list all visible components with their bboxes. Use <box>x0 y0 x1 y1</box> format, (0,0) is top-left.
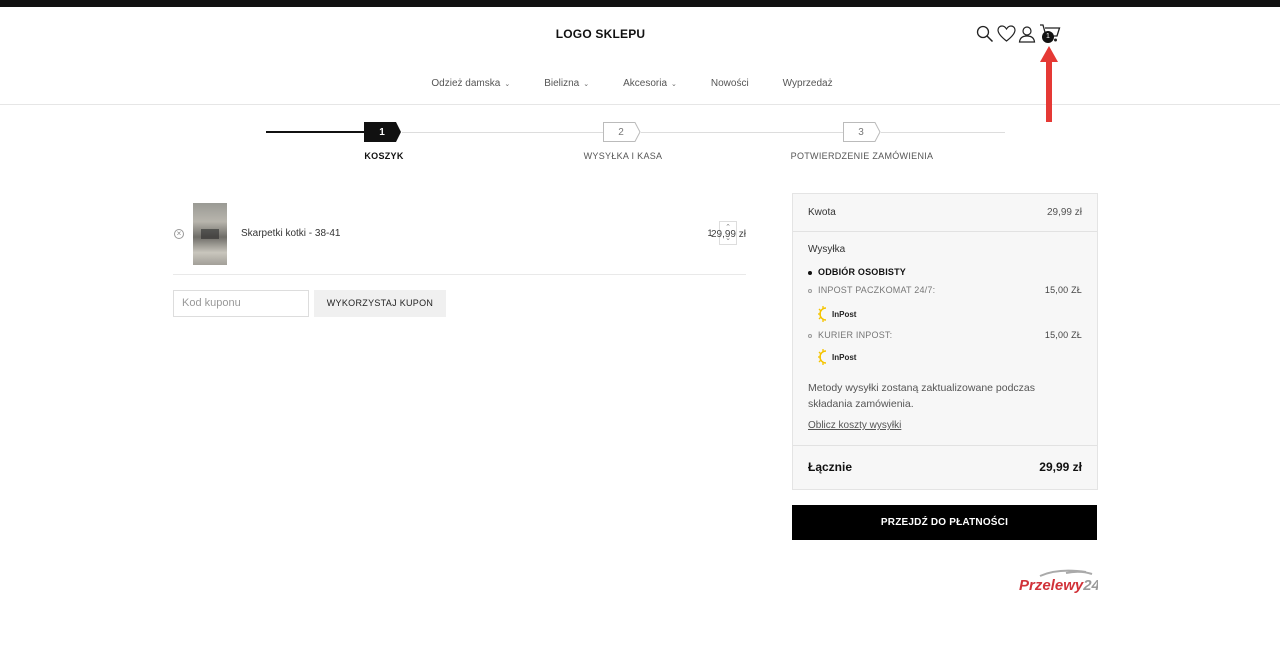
step-number: 1 <box>379 126 385 138</box>
chevron-down-icon: ⌄ <box>671 80 677 88</box>
coupon-input[interactable]: Kod kuponu <box>173 290 309 317</box>
subtotal-row: Kwota 29,99 zł <box>808 207 1082 218</box>
cart-count-badge: 1 <box>1042 31 1054 43</box>
shipping-option-label: INPOST PACZKOMAT 24/7: <box>818 285 936 295</box>
calculate-shipping-link-text: Oblicz koszty wysyłki <box>808 420 902 431</box>
shipping-option-label: ODBIÓR OSOBISTY <box>818 267 907 277</box>
nav-item-wyprzedaz[interactable]: Wyprzedaż <box>783 78 833 89</box>
subtotal-label: Kwota <box>808 207 836 218</box>
step-2-label: WYSYŁKA I KASA <box>583 151 663 161</box>
user-icon[interactable] <box>1017 24 1037 44</box>
inpost-logo: InPost <box>817 347 856 367</box>
inpost-logo: InPost <box>817 304 856 324</box>
divider <box>793 445 1097 446</box>
nav-item-akcesoria[interactable]: Akcesoria ⌄ <box>623 78 677 89</box>
product-thumbnail[interactable] <box>193 203 227 265</box>
cart-item-row: × Skarpetki kotki - 38-41 1 ⌃ ⌄ 29,99 zł <box>173 201 746 275</box>
total-value: 29,99 zł <box>1039 460 1082 474</box>
radio-icon <box>808 288 812 293</box>
step-line <box>402 132 604 133</box>
total-label: Łącznie <box>808 460 853 474</box>
przelewy24-logo-text: Przelewy24 <box>1019 577 1098 594</box>
shipping-option-price: 15,00 ZŁ <box>1044 330 1082 340</box>
nav-item-odziez-damska[interactable]: Odzież damska ⌄ <box>431 78 510 89</box>
radio-selected-icon <box>808 270 812 275</box>
chevron-down-icon: ⌄ <box>504 80 511 88</box>
checkout-steps: 1 2 3 KOSZYK WYSYŁKA I KASA POTWIERDZENI… <box>0 118 1280 168</box>
step-3-label: POTWIERDZENIE ZAMÓWIENIA <box>790 151 934 161</box>
shipping-note: Metody wysyłki zostaną zaktualizowane po… <box>808 382 1036 410</box>
main-nav: Odzież damska ⌄ Bielizna ⌄ Akcesoria ⌄ Nowo… <box>0 78 1264 89</box>
inpost-logo-text: InPost <box>832 309 857 319</box>
nav-item-nowosci[interactable]: Nowości <box>711 78 749 89</box>
remove-item-icon[interactable]: × <box>174 229 184 239</box>
divider <box>793 231 1097 232</box>
checkout-button[interactable]: PRZEJDŹ DO PŁATNOŚCI <box>792 505 1097 540</box>
step-number: 2 <box>618 126 624 138</box>
shipping-option-label: KURIER INPOST: <box>818 330 893 340</box>
step-progress-line <box>266 131 364 133</box>
shipping-option-pickup[interactable]: ODBIÓR OSOBISTY <box>808 267 1082 277</box>
site-header: LOGO SKLEPU 1 Odzież damska ⌄ Bielizna ⌄ A… <box>0 7 1280 105</box>
step-2-box[interactable]: 2 <box>603 122 641 142</box>
shipping-option-kurier[interactable]: KURIER INPOST: 15,00 ZŁ <box>808 330 1082 340</box>
chevron-down-icon: ⌄ <box>583 80 590 88</box>
order-summary: Kwota 29,99 zł Wysyłka ODBIÓR OSOBISTY I… <box>792 193 1098 490</box>
inpost-logo-text: InPost <box>832 352 857 362</box>
przelewy24-logo: Przelewy24 <box>1019 569 1098 594</box>
step-line <box>881 132 1005 133</box>
shipping-label: Wysyłka <box>808 244 846 255</box>
subtotal-value: 29,99 zł <box>1046 207 1082 218</box>
apply-coupon-button[interactable]: WYKORZYSTAJ KUPON <box>314 290 446 317</box>
total-row: Łącznie 29,99 zł <box>808 460 1082 474</box>
shipping-option-paczkomat[interactable]: INPOST PACZKOMAT 24/7: 15,00 ZŁ <box>808 285 1082 295</box>
shipping-option-price: 15,00 ZŁ <box>1044 285 1082 295</box>
nav-item-label: Odzież damska <box>431 78 501 89</box>
search-icon[interactable] <box>975 24 995 44</box>
nav-item-label: Nowości <box>710 78 749 89</box>
radio-icon <box>808 333 812 338</box>
step-1-box[interactable]: 1 <box>364 122 401 142</box>
step-3-box[interactable]: 3 <box>843 122 881 142</box>
top-bar <box>0 0 1280 7</box>
red-arrow-annotation <box>1040 46 1058 122</box>
nav-item-label: Bielizna <box>544 78 580 89</box>
calculate-shipping-link[interactable]: Oblicz koszty wysyłki <box>808 420 1082 431</box>
nav-item-label: Akcesoria <box>623 78 667 89</box>
step-line <box>641 132 844 133</box>
nav-item-label: Wyprzedaż <box>782 78 833 89</box>
step-number: 3 <box>858 126 864 138</box>
product-name[interactable]: Skarpetki kotki - 38-41 <box>241 228 341 239</box>
heart-icon[interactable] <box>996 24 1016 44</box>
step-1-label: KOSZYK <box>364 151 404 161</box>
nav-item-bielizna[interactable]: Bielizna ⌄ <box>544 78 589 89</box>
item-price: 29,99 zł <box>710 229 746 240</box>
